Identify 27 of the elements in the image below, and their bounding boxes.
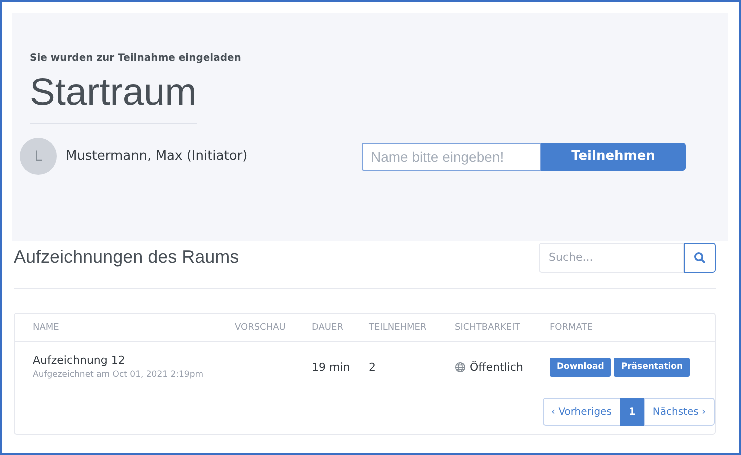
column-header: FORMATE: [550, 322, 594, 332]
join-button[interactable]: Teilnehmen: [541, 142, 686, 170]
previous-page-button[interactable]: ‹ Vorheriges: [542, 398, 621, 426]
column-header: VORSCHAU: [235, 322, 287, 332]
recording-date: Aufgezeichnet am Oct 01, 2021 2:19pm: [33, 370, 204, 380]
column-header: DAUER: [312, 322, 344, 332]
column-header: TEILNEHMER: [369, 322, 428, 332]
participants-cell-text: 2: [369, 360, 377, 374]
owner-name: Mustermann, Max (Initiator): [66, 149, 249, 164]
invite-subtitle: Sie wurden zur Teilnahme eingeladen: [30, 53, 242, 64]
search-field[interactable]: Suche...: [539, 242, 684, 272]
search-button[interactable]: [684, 242, 716, 272]
recordings-title: Aufzeichnungen des Raums: [14, 247, 240, 268]
owner-avatar: L: [20, 138, 57, 175]
format-button[interactable]: Download: [550, 358, 612, 376]
name-input-field[interactable]: Name bitte eingeben!: [362, 142, 541, 170]
format-button[interactable]: Präsentation: [614, 358, 690, 376]
visibility-cell: Öffentlich: [470, 360, 524, 374]
recording-name: Aufzeichnung 12: [33, 354, 126, 367]
next-page-button[interactable]: Nächstes ›: [644, 398, 715, 426]
room-title: Startraum: [30, 72, 198, 115]
duration-cell-text: 19 min: [312, 360, 352, 374]
page-button[interactable]: 1: [620, 398, 645, 426]
column-header: NAME: [33, 322, 60, 332]
column-header: SICHTBARKEIT: [455, 322, 522, 332]
search-icon: [694, 252, 706, 264]
globe-icon: [455, 362, 466, 372]
